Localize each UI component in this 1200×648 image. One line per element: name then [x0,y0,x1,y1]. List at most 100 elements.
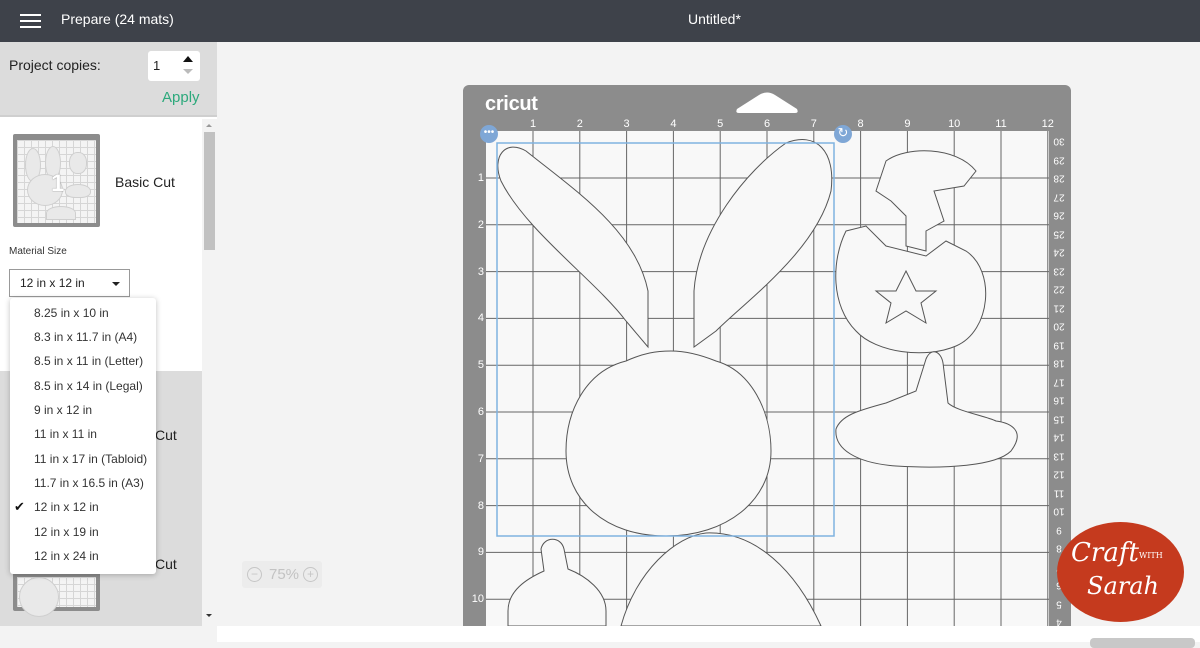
ruler-tick-label: 5 [717,118,724,130]
mat-label: Cut [155,556,177,572]
dropdown-option[interactable]: 12 in x 19 in [10,520,156,544]
ruler-tick-label: 26 [1053,209,1065,221]
ruler-tick-label: 9 [477,546,484,559]
scroll-down-arrow-icon[interactable] [206,614,212,617]
ruler-tick-label: 5 [1056,598,1062,609]
ruler-tick-label: 23 [1053,265,1065,276]
mat-hanger-icon [736,92,798,113]
ruler-tick-label: 14 [1053,431,1065,443]
ruler-tick-label: 29 [1053,154,1065,165]
scrollbar-thumb[interactable] [204,132,215,250]
dropdown-option[interactable]: 11 in x 17 in (Tabloid) [10,447,156,471]
dropdown-option[interactable]: 8.5 in x 14 in (Legal) [10,374,156,398]
scroll-up-arrow-icon[interactable] [206,124,212,127]
hamburger-icon[interactable] [20,12,42,30]
ruler-tick-label: 12 [1041,118,1054,130]
mat-number: 1 [51,170,65,197]
logo-text-with: WITH [1139,551,1163,560]
ruler-tick-label: 10 [1053,505,1065,517]
mat-thumbnail[interactable]: 1 [13,134,100,227]
ruler-tick-label: 30 [1053,135,1065,147]
craft-with-sarah-logo: Craft WITH Sarah [1057,522,1184,622]
ruler-tick-label: 17 [1053,376,1065,387]
dropdown-option-selected[interactable]: ✔ 12 in x 12 in [10,495,156,519]
project-copies-label: Project copies: [9,57,101,73]
dropdown-option-label: 12 in x 12 in [34,500,99,514]
bottom-left-strip [0,626,217,642]
ruler-tick-label: 5 [477,359,484,372]
ruler-tick-label: 27 [1053,191,1065,202]
ruler-tick-label: 9 [1056,524,1062,535]
project-copies-section: Project copies: 1 Apply [0,42,217,117]
document-title[interactable]: Untitled* [688,11,741,27]
bottom-bar [217,626,1200,642]
ruler-tick-label: 19 [1053,339,1065,350]
cricut-logo: cricut [485,93,538,115]
project-copies-input[interactable]: 1 [148,51,200,81]
material-size-label: Material Size [9,246,67,257]
ruler-tick-label: 20 [1053,320,1065,332]
project-copies-value[interactable]: 1 [153,58,160,73]
ruler-tick-label: 13 [1053,450,1065,461]
ruler-tick-label: 16 [1053,394,1065,406]
dropdown-option[interactable]: 11.7 in x 16.5 in (A3) [10,471,156,495]
ruler-tick-label: 18 [1053,357,1065,369]
ruler-tick-label: 12 [1053,468,1065,480]
zoom-in-icon[interactable]: + [303,567,318,582]
mat-design-canvas[interactable] [486,131,1049,626]
ruler-tick-label: 10 [948,118,961,130]
bunny-ear-right [693,139,833,348]
material-size-value: 12 in x 12 in [20,276,85,290]
ruler-tick-label: 7 [477,452,484,465]
ruler-tick-label: 8 [857,118,864,130]
ruler-tick-label: 24 [1053,246,1065,258]
ruler-tick-label: 4 [670,118,677,130]
more-options-icon[interactable]: ••• [480,125,498,143]
dropdown-option[interactable]: 12 in x 24 in [10,544,156,568]
ruler-tick-label: 22 [1053,283,1065,295]
material-size-dropdown: 8.25 in x 10 in 8.3 in x 11.7 in (A4) 8.… [10,298,156,574]
ruler-tick-label: 10 [471,593,484,606]
mat-label: Basic Cut [115,174,175,190]
bunny-head [565,350,772,537]
ruler-tick-label: 6 [477,406,484,418]
increment-arrow-icon[interactable] [183,56,193,62]
dropdown-option[interactable]: 11 in x 11 in [10,422,156,446]
ruler-tick-label: 21 [1053,302,1065,313]
large-egg [620,532,822,626]
ruler-tick-label: 2 [576,118,583,130]
mat-surface[interactable] [486,131,1049,626]
mat-thumbnail[interactable] [13,571,100,617]
ruler-tick-label: 3 [623,118,630,130]
ruler-tick-label: 4 [477,312,484,325]
zoom-control: − 75% + [242,561,322,588]
dropdown-option[interactable]: 9 in x 12 in [10,398,156,422]
continue-button[interactable] [1090,638,1195,648]
mat-list-scrollbar[interactable] [202,119,217,626]
dropdown-option[interactable]: 8.3 in x 11.7 in (A4) [10,325,156,349]
logo-text-craft: Craft [1071,538,1139,568]
chick-head [835,351,1018,468]
ruler-tick-label: 11 [1053,487,1065,498]
ruler-tick-label: 11 [995,118,1007,130]
checkmark-icon: ✔ [14,499,25,514]
ruler-tick-label: 1 [477,172,484,184]
page-title: Prepare (24 mats) [61,11,174,27]
rotate-icon[interactable]: ↻ [834,125,852,143]
dropdown-option[interactable]: 8.25 in x 10 in [10,301,156,325]
chevron-down-icon [112,282,120,286]
logo-text-sarah: Sarah [1087,572,1159,600]
dropdown-option[interactable]: 8.5 in x 11 in (Letter) [10,349,156,373]
egg-shell-top [875,150,977,252]
ruler-tick-label: 25 [1053,228,1065,239]
material-size-select[interactable]: 12 in x 12 in [9,269,130,297]
ruler-tick-label: 1 [529,118,537,130]
apply-button[interactable]: Apply [162,89,200,106]
bunny-ear-left [497,146,649,349]
mat-label: Cut [155,427,177,443]
ruler-tick-label: 6 [763,118,771,130]
decrement-arrow-icon[interactable] [183,69,193,74]
zoom-out-icon[interactable]: − [247,567,262,582]
ruler-tick-label: 7 [810,118,817,130]
ruler-tick-label: 9 [904,118,911,130]
